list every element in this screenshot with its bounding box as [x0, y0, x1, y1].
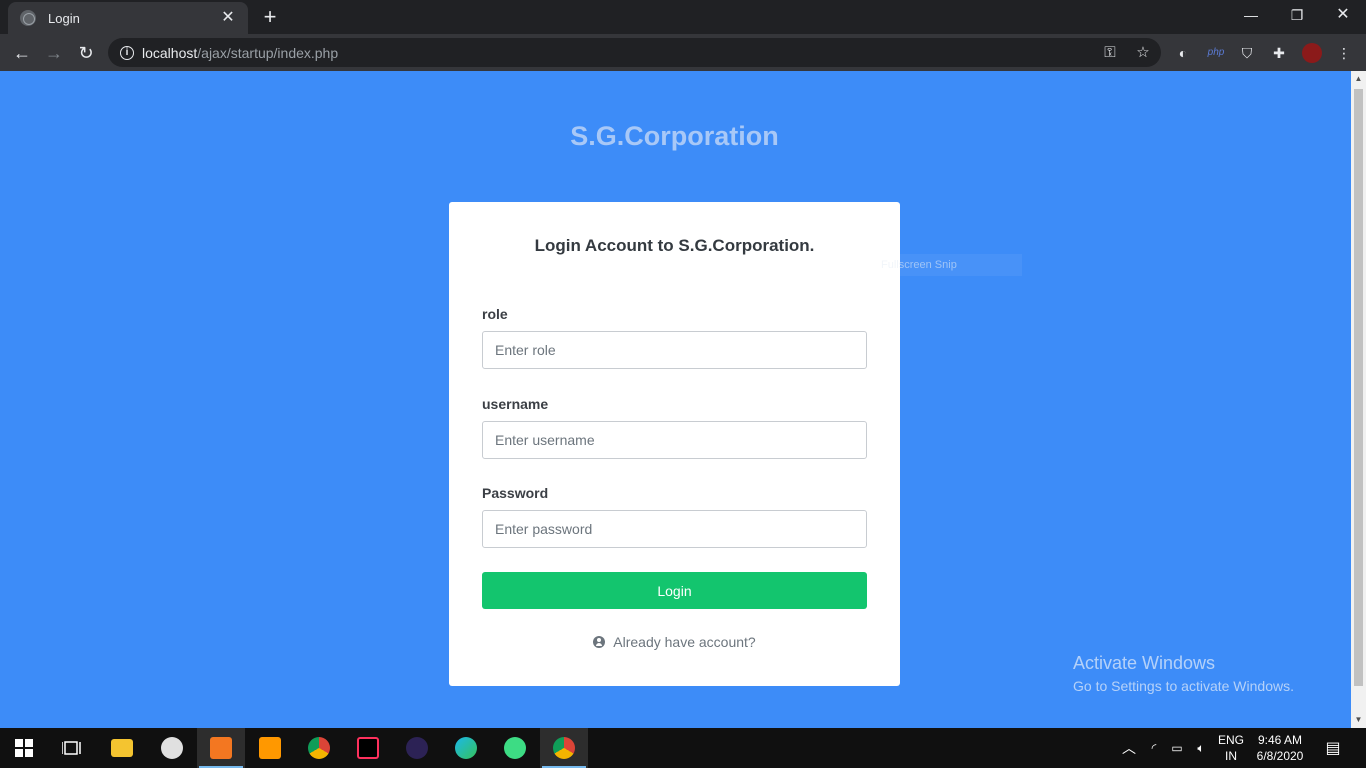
address-bar[interactable]: i localhost/ajax/startup/index.php ⚿ ☆ [108, 38, 1161, 67]
clock[interactable]: 9:46 AM 6/8/2020 [1252, 728, 1308, 768]
chrome-active-window-icon[interactable] [540, 728, 588, 768]
url-host: localhost [142, 44, 198, 61]
key-icon[interactable]: ⚿ [1100, 44, 1120, 62]
username-input[interactable] [482, 421, 867, 459]
watermark-subtitle: Go to Settings to activate Windows. [1073, 678, 1294, 694]
xampp-icon[interactable] [197, 728, 245, 768]
page-body: S.G.Corporation Login Account to S.G.Cor… [0, 71, 1351, 728]
activate-windows-watermark: Activate Windows Go to Settings to activ… [1073, 653, 1294, 694]
paint-app-icon[interactable] [148, 728, 196, 768]
network-icon[interactable]: ◜ [1144, 728, 1164, 768]
restore-button[interactable]: ❐ [1274, 4, 1320, 26]
windows-taskbar: ︿ ◜ ▭ 🔈︎ ENG IN 9:46 AM 6/8/2020 ▤ [0, 728, 1366, 768]
android-studio-icon[interactable] [491, 728, 539, 768]
php-extension-icon[interactable]: php [1205, 42, 1227, 64]
lang-bottom: IN [1225, 749, 1237, 763]
globe-icon [20, 10, 36, 26]
browser-tab[interactable]: Login ✕ [8, 2, 248, 34]
card-title: Login Account to S.G.Corporation. [534, 236, 815, 255]
info-icon[interactable]: i [120, 45, 134, 60]
shield-extension-icon[interactable]: ⛉ [1236, 42, 1258, 64]
browser-toolbar: ← → ↻ i localhost/ajax/startup/index.php… [0, 34, 1366, 71]
close-window-button[interactable]: ✕ [1320, 4, 1366, 26]
forward-button[interactable]: → [41, 40, 67, 66]
scroll-thumb[interactable] [1354, 89, 1363, 686]
minimize-button[interactable]: — [1228, 4, 1274, 26]
already-have-account-text: Already have account? [613, 634, 756, 650]
user-circle-icon [593, 636, 606, 648]
tab-title: Login [48, 10, 80, 26]
new-tab-button[interactable]: + [258, 6, 282, 30]
username-label: username [482, 396, 549, 412]
eclipse-icon[interactable] [393, 728, 441, 768]
already-have-account-link[interactable]: Already have account? [449, 634, 900, 650]
language-indicator[interactable]: ENG IN [1214, 728, 1248, 768]
scroll-up-icon[interactable]: ▲ [1354, 74, 1363, 83]
start-button[interactable] [0, 728, 48, 768]
sublime-text-icon[interactable] [246, 728, 294, 768]
edge-icon[interactable] [442, 728, 490, 768]
clock-time: 9:46 AM [1257, 733, 1303, 747]
volume-icon[interactable]: 🔈︎ [1190, 728, 1212, 768]
lang-top: ENG [1217, 733, 1244, 747]
watermark-title: Activate Windows [1073, 653, 1216, 673]
role-label: role [482, 306, 508, 322]
login-button[interactable]: Login [482, 572, 867, 609]
browser-tab-strip: Login ✕ + — ❐ ✕ [0, 0, 1366, 34]
chrome-icon[interactable] [295, 728, 343, 768]
reload-button[interactable]: ↻ [73, 40, 99, 66]
puzzle-extensions-icon[interactable]: ✚ [1268, 42, 1290, 64]
notifications-icon[interactable]: ▤ [1320, 728, 1346, 768]
lightbulb-extension-icon[interactable]: ◐ [1172, 42, 1194, 64]
show-hidden-icons-chevron[interactable]: ︿ [1118, 728, 1140, 768]
battery-icon[interactable]: ▭ [1166, 728, 1188, 768]
scroll-down-icon[interactable]: ▼ [1354, 715, 1363, 724]
page-title: S.G.Corporation [570, 121, 779, 151]
intellij-icon[interactable] [344, 728, 392, 768]
bookmark-star-icon[interactable]: ☆ [1133, 44, 1153, 62]
task-view-icon[interactable] [48, 728, 96, 768]
clock-date: 6/8/2020 [1256, 749, 1304, 763]
page-scrollbar[interactable]: ▲ ▼ [1351, 71, 1366, 728]
snip-overlay: Fullscreen Snip [849, 254, 1022, 276]
password-input[interactable] [482, 510, 867, 548]
login-card: Login Account to S.G.Corporation. Fullsc… [449, 202, 1022, 686]
role-input[interactable] [482, 331, 867, 369]
profile-avatar[interactable] [1301, 42, 1323, 64]
back-button[interactable]: ← [9, 40, 35, 66]
menu-kebab-icon[interactable]: ⋮ [1333, 42, 1355, 64]
url-path: /ajax/startup/index.php [197, 44, 339, 61]
close-tab-icon[interactable]: ✕ [220, 10, 236, 26]
file-explorer-icon[interactable] [98, 728, 146, 768]
password-label: Password [482, 485, 549, 501]
